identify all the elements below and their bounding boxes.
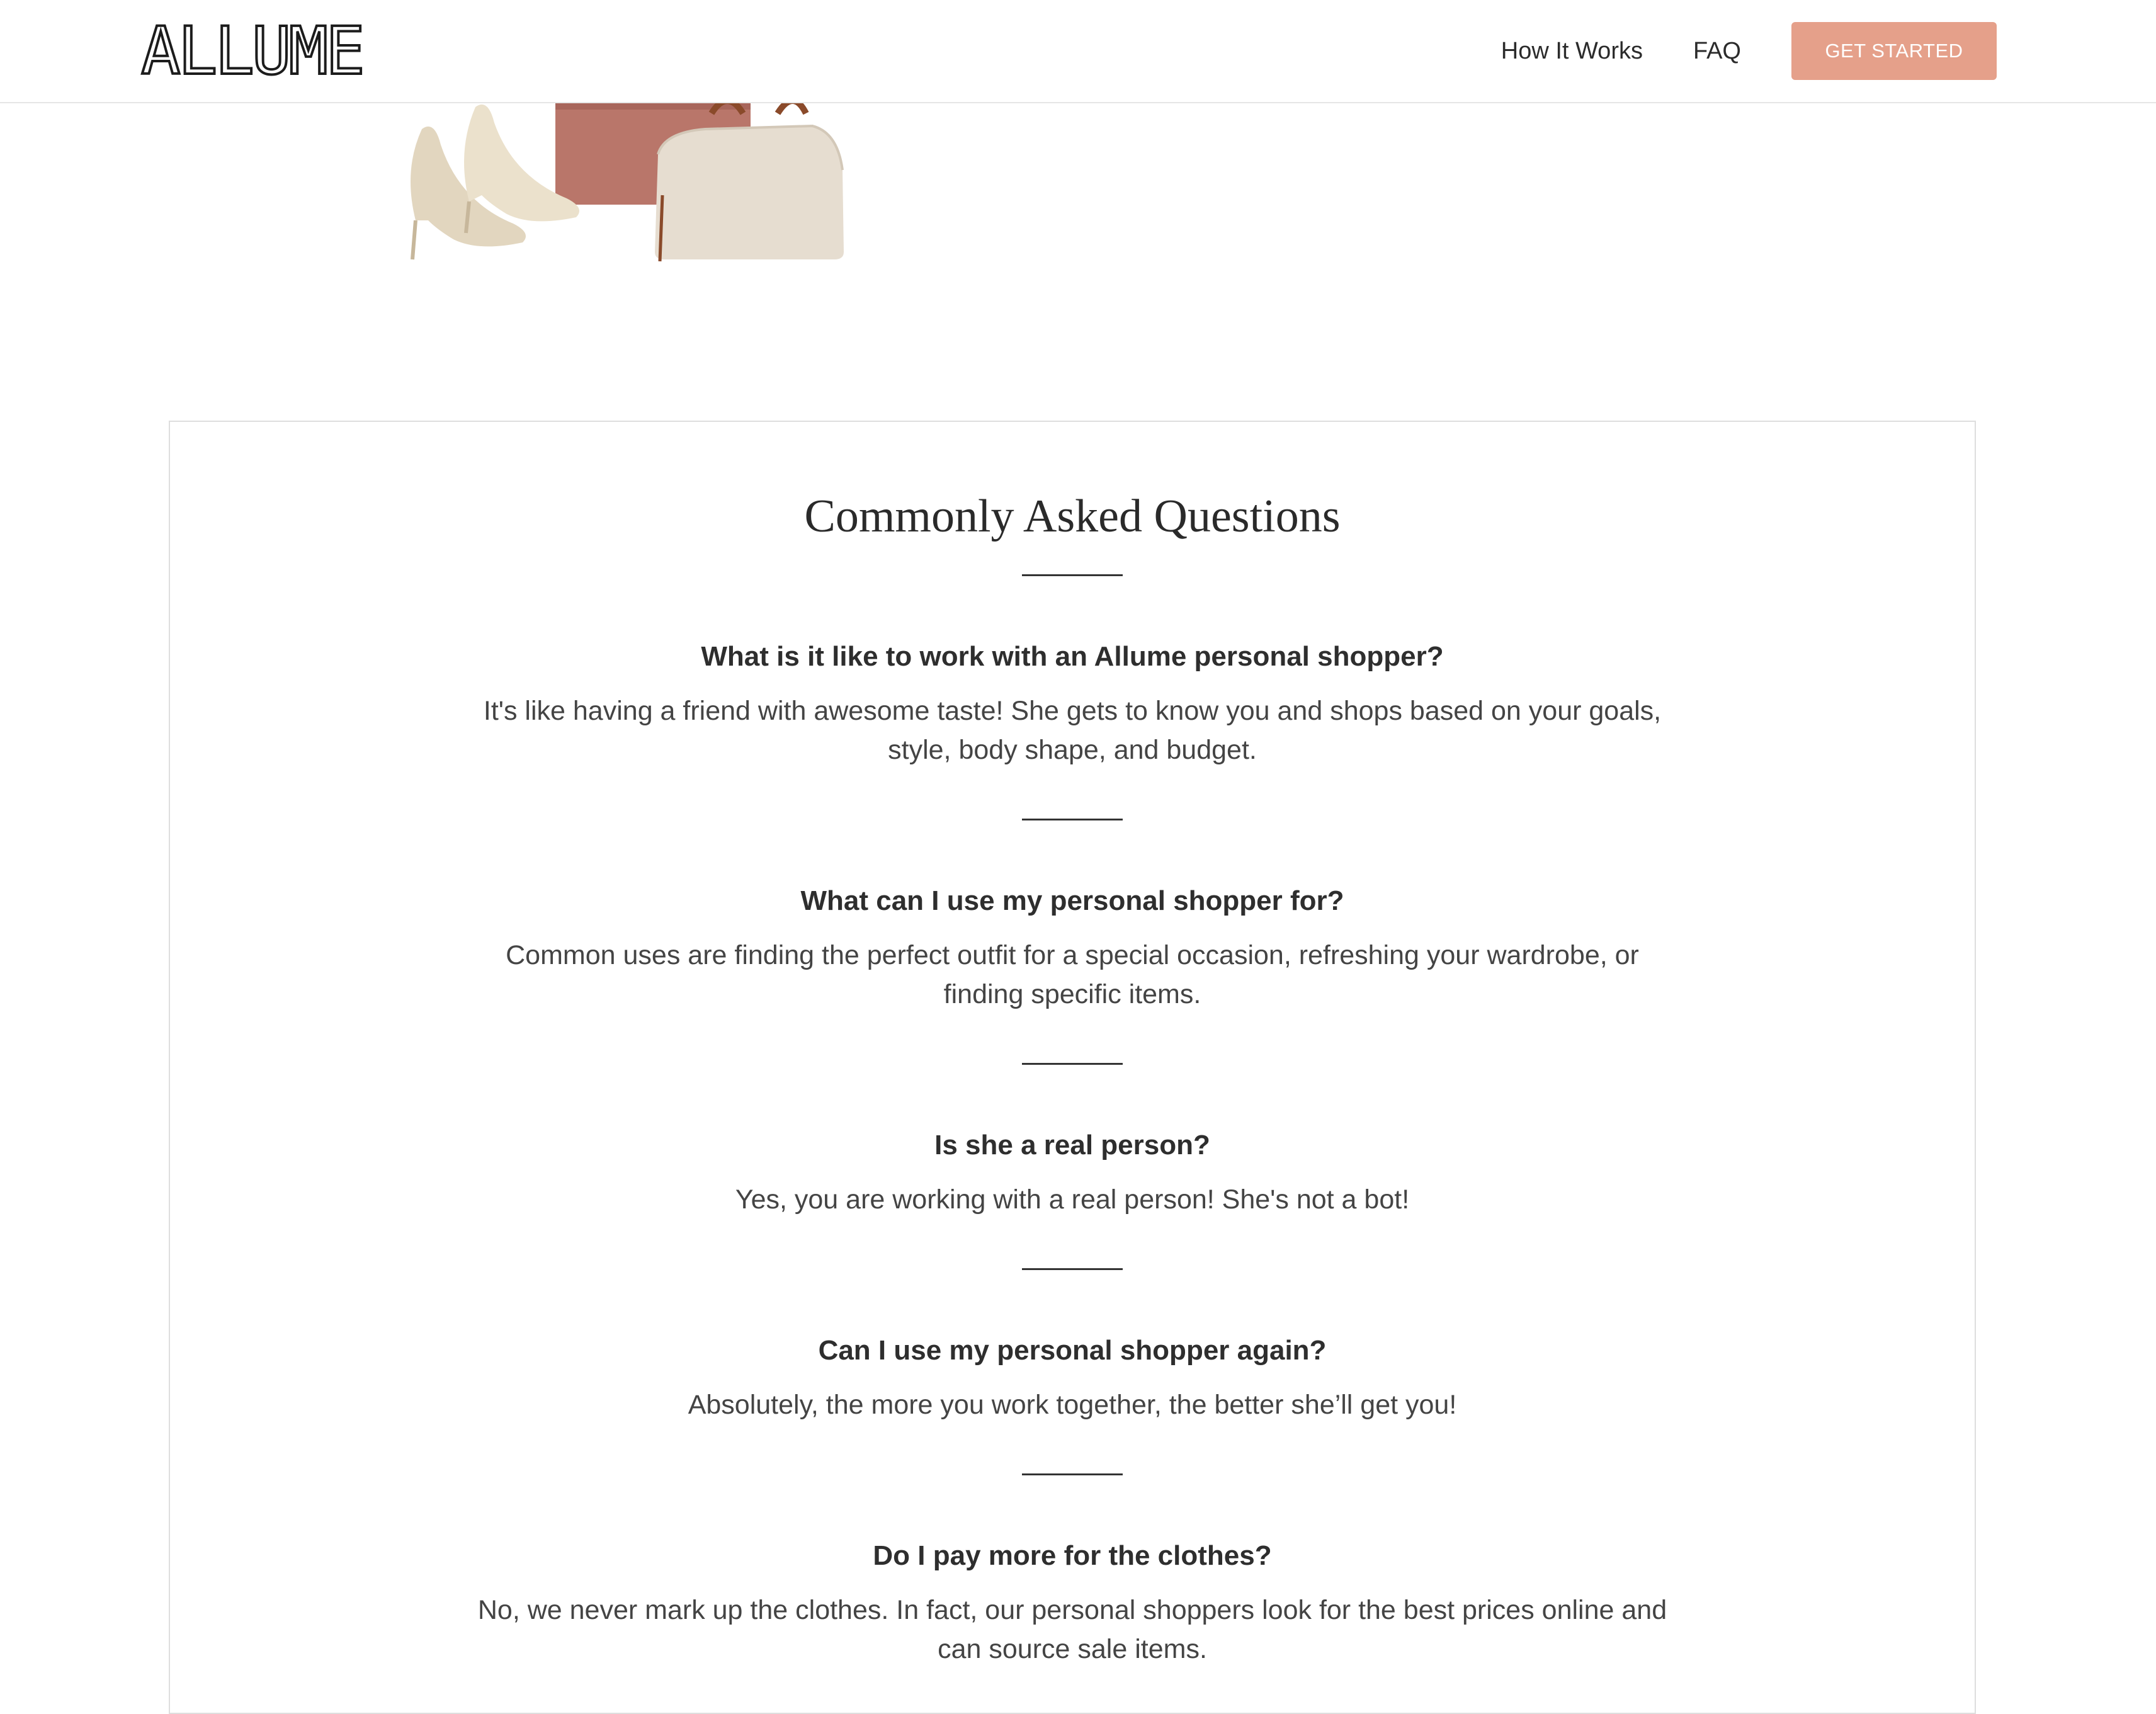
product-collage-image: [378, 94, 882, 277]
faq-answer-2: Common uses are finding the perfect outf…: [506, 940, 1639, 1009]
faq-answer-5: No, we never mark up the clothes. In fac…: [477, 1595, 1667, 1664]
nav-faq[interactable]: FAQ: [1693, 38, 1741, 65]
faq-divider-4: [1022, 1473, 1123, 1475]
allume-logo[interactable]: ALLUME: [140, 10, 366, 92]
main-nav: How It Works FAQ GET STARTED: [1501, 0, 2156, 102]
faq-divider-2: [1022, 1063, 1123, 1065]
faq-divider-1: [1022, 819, 1123, 820]
faq-question-4: Can I use my personal shopper again?: [818, 1335, 1327, 1366]
faq-question-2: What can I use my personal shopper for?: [800, 885, 1344, 916]
title-divider: [1022, 574, 1123, 576]
nav-how-it-works[interactable]: How It Works: [1501, 38, 1643, 65]
faq-answer-3: Yes, you are working with a real person!…: [735, 1184, 1410, 1215]
logo-wordmark: ALLUME: [140, 13, 366, 89]
faq-answer-1: It's like having a friend with awesome t…: [483, 696, 1662, 765]
faq-question-5: Do I pay more for the clothes?: [873, 1540, 1272, 1571]
faq-divider-3: [1022, 1268, 1123, 1270]
faq-title: Commonly Asked Questions: [804, 491, 1341, 542]
site-header: ALLUME How It Works FAQ GET STARTED: [0, 0, 2156, 103]
faq-question-3: Is she a real person?: [934, 1130, 1210, 1161]
get-started-button[interactable]: GET STARTED: [1791, 22, 1997, 80]
nude-pumps: [411, 104, 579, 260]
faq-question-1: What is it like to work with an Allume p…: [701, 641, 1444, 672]
faq-answer-4: Absolutely, the more you work together, …: [688, 1390, 1457, 1420]
product-illustration: [411, 98, 844, 262]
faq-section: Commonly Asked Questions What is it like…: [169, 421, 1976, 1714]
